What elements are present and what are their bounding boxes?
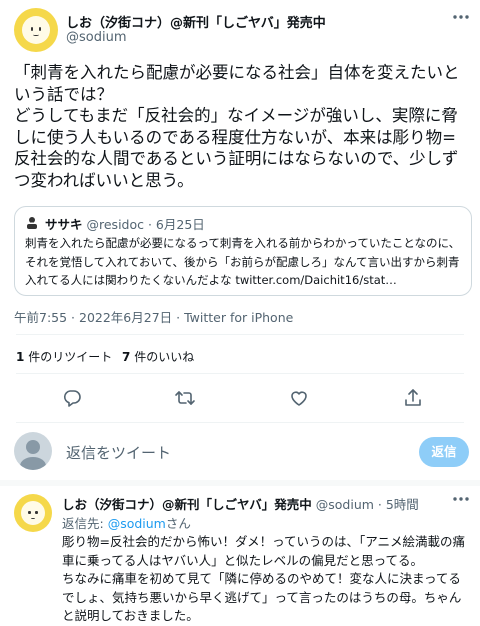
quote-date: · 6月25日 [147, 217, 205, 232]
quote-avatar-icon [25, 215, 39, 229]
reply-text: 彫り物=反社会的だから怖い！ダメ！っていうのは、「アニメ絵満載の痛車に乗ってる人… [62, 534, 465, 623]
replying-to: 返信先: @sodiumさん [62, 516, 191, 531]
divider [16, 373, 464, 374]
author-handle[interactable]: @sodium [66, 30, 127, 45]
reply-author-handle[interactable]: @sodium [316, 497, 374, 512]
quoted-tweet[interactable]: ササキ @residoc · 6月25日 刺青を入れたら配慮が必要になるって刺青… [14, 206, 472, 296]
retweet-count[interactable]: 1 件のリツイート [16, 348, 112, 365]
retweet-icon[interactable] [174, 387, 196, 409]
divider [16, 334, 464, 335]
quote-author-handle: @residoc [86, 217, 145, 232]
quote-link[interactable]: twitter.com/Daichit16/stat… [235, 273, 396, 287]
like-count[interactable]: 7 件のいいね [122, 348, 194, 365]
tweet-text: 「刺青を入れたら配慮が必要になる社会」自体を変えたいという話では？ どうしてもま… [14, 63, 460, 190]
reply-author-avatar[interactable] [14, 494, 52, 532]
more-dots-icon[interactable] [452, 8, 470, 30]
share-icon[interactable] [402, 387, 424, 409]
current-user-avatar[interactable] [14, 432, 52, 470]
section-separator [0, 480, 480, 486]
reply-icon[interactable] [61, 387, 83, 409]
replying-to-handle[interactable]: @sodium [108, 516, 166, 531]
reply-more-dots-icon[interactable] [452, 490, 470, 512]
reply-button[interactable]: 返信 [419, 437, 469, 467]
quote-author-name: ササキ [45, 217, 83, 232]
author-name[interactable]: しお（汐街コナ）@新刊「しごヤバ」発売中 [66, 12, 326, 31]
reply-time[interactable]: · 5時間 [378, 497, 419, 512]
quote-text: 刺青を入れたら配慮が必要になるって刺青を入れる前からわかっていたことなのに、それ… [25, 236, 461, 287]
like-icon[interactable] [288, 387, 310, 409]
author-avatar[interactable] [14, 8, 58, 52]
reply-author-name[interactable]: しお（汐街コナ）@新刊「しごヤバ」発売中 [62, 497, 312, 512]
tweet-timestamp[interactable]: 午前7:55 · 2022年6月27日 · Twitter for iPhone [14, 307, 293, 326]
reply-input[interactable]: 返信をツイート [66, 442, 171, 463]
divider [16, 422, 464, 423]
